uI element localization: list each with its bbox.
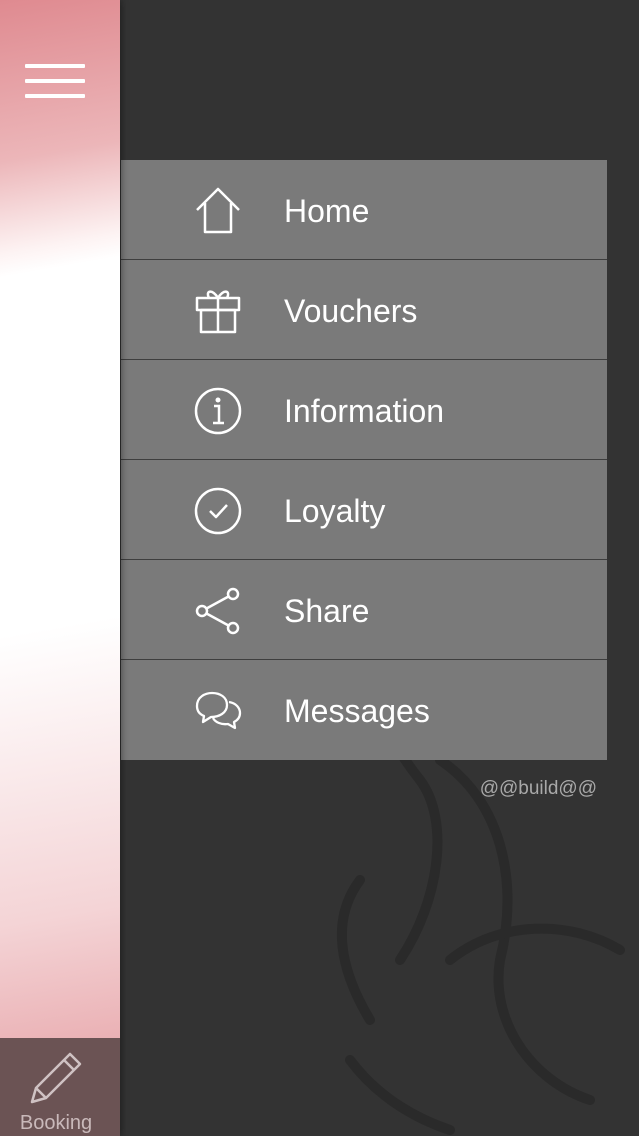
menu-item-label: Home bbox=[284, 193, 370, 229]
chat-bubbles-icon bbox=[195, 691, 242, 730]
menu-item-label: Loyalty bbox=[284, 493, 386, 529]
menu-item-share[interactable]: Share bbox=[121, 560, 607, 660]
main-menu: Home Vouchers Information Loyalty Share … bbox=[121, 160, 607, 760]
menu-item-home[interactable]: Home bbox=[121, 160, 607, 260]
build-label: @@build@@ bbox=[479, 778, 597, 799]
menu-item-label: Share bbox=[284, 593, 370, 629]
side-panel: Booking bbox=[0, 0, 120, 1136]
menu-item-information[interactable]: Information bbox=[121, 360, 607, 460]
info-icon bbox=[194, 387, 242, 435]
menu-item-vouchers[interactable]: Vouchers bbox=[121, 260, 607, 360]
menu-item-label: Information bbox=[284, 393, 445, 429]
gift-icon bbox=[195, 290, 241, 334]
home-icon bbox=[196, 187, 240, 234]
menu-item-label: Vouchers bbox=[284, 293, 418, 329]
menu-item-messages[interactable]: Messages bbox=[121, 660, 607, 760]
menu-item-loyalty[interactable]: Loyalty bbox=[121, 460, 607, 560]
booking-button[interactable]: Booking bbox=[0, 1038, 120, 1136]
check-circle-icon bbox=[194, 487, 242, 535]
share-icon bbox=[195, 587, 240, 635]
pencil-icon bbox=[30, 1052, 82, 1104]
menu-item-label: Messages bbox=[284, 693, 430, 729]
booking-label: Booking bbox=[19, 1112, 93, 1134]
hamburger-menu-icon[interactable] bbox=[25, 64, 85, 98]
